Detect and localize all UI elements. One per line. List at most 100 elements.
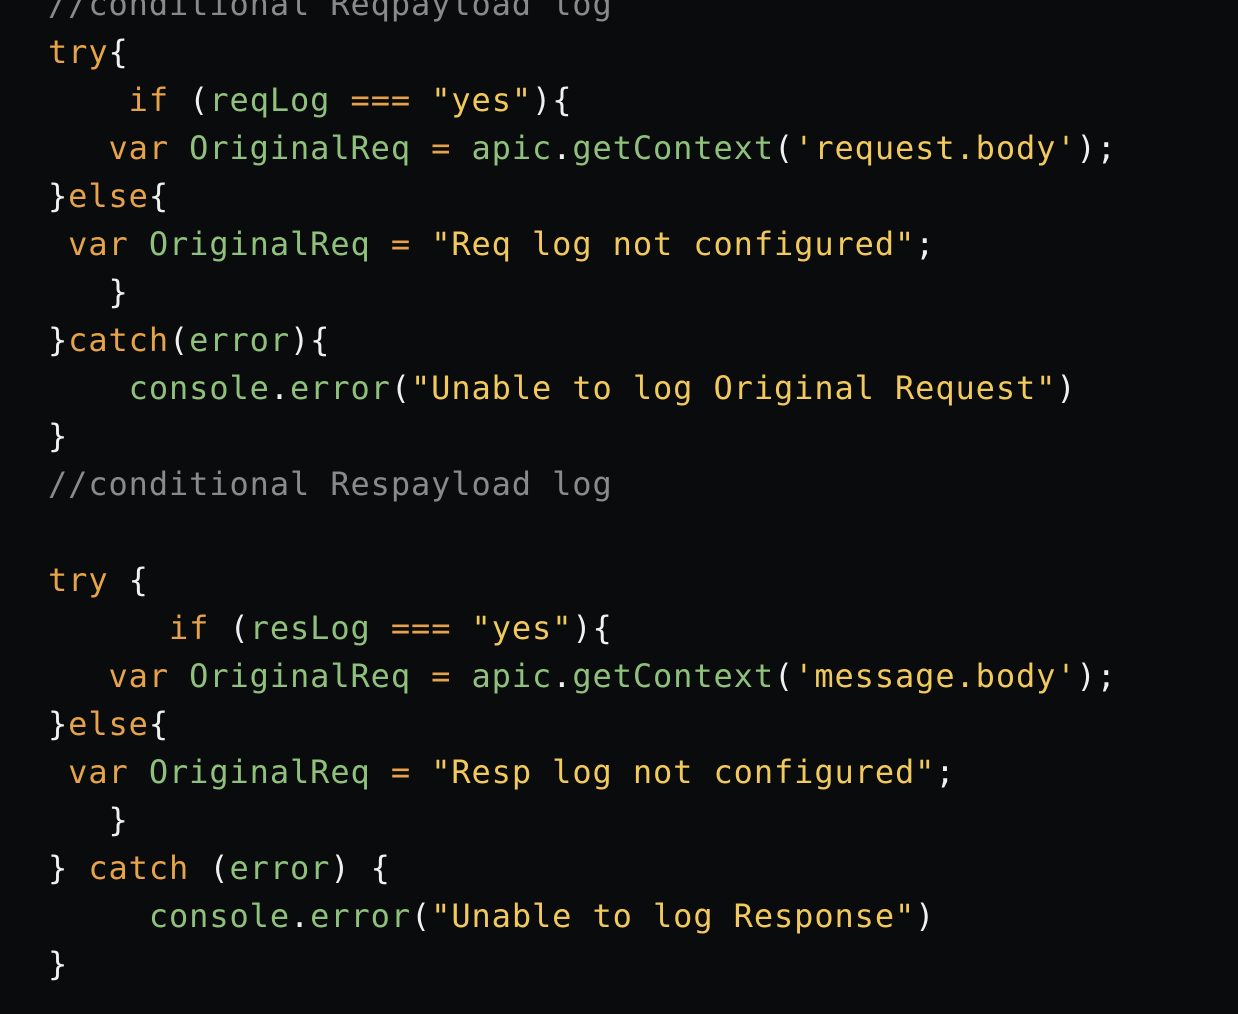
- punctuation-token: ): [1056, 369, 1077, 407]
- identifier-token: getContext: [572, 129, 775, 167]
- punctuation-token: [169, 657, 189, 695]
- operator-token: =: [431, 657, 452, 695]
- code-line[interactable]: //conditional Reqpayload log: [48, 0, 1117, 28]
- identifier-token: console: [148, 897, 290, 935]
- keyword-token: var: [108, 657, 169, 695]
- punctuation-token: [330, 81, 350, 119]
- code-line[interactable]: }else{: [48, 172, 1117, 220]
- code-line[interactable]: }: [48, 268, 1117, 316]
- punctuation-token: [451, 609, 471, 647]
- punctuation-token: }: [108, 801, 129, 839]
- punctuation-token: {: [108, 561, 149, 599]
- punctuation-token: [411, 129, 431, 167]
- punctuation-token: [371, 609, 391, 647]
- comment-token: //conditional Reqpayload log: [48, 0, 613, 23]
- punctuation-token: (: [774, 657, 795, 695]
- string-token: "yes": [431, 81, 533, 119]
- punctuation-token: {: [108, 33, 129, 71]
- code-line[interactable]: console.error("Unable to log Response"): [48, 892, 1117, 940]
- string-token: "Unable to log Original Request": [411, 369, 1057, 407]
- punctuation-token: }: [48, 321, 69, 359]
- identifier-token: console: [128, 369, 270, 407]
- keyword-token: catch: [88, 849, 190, 887]
- operator-token: ===: [390, 609, 452, 647]
- punctuation-token: }: [48, 417, 69, 455]
- punctuation-token: }: [48, 849, 89, 887]
- identifier-token: error: [290, 369, 391, 407]
- keyword-token: if: [169, 609, 210, 647]
- code-line[interactable]: var OriginalReq = "Resp log not configur…: [48, 748, 1117, 796]
- code-block[interactable]: //conditional Reqpayload log try{ if (req…: [48, 0, 1117, 988]
- keyword-token: var: [108, 129, 169, 167]
- code-line[interactable]: var OriginalReq = "Req log not configure…: [48, 220, 1117, 268]
- punctuation-token: ) {: [330, 849, 391, 887]
- identifier-token: resLog: [249, 609, 371, 647]
- string-token: "Req log not configured": [431, 225, 916, 263]
- code-line[interactable]: try{: [48, 28, 1117, 76]
- punctuation-token: [411, 81, 431, 119]
- punctuation-token: (: [774, 129, 795, 167]
- code-line[interactable]: console.error("Unable to log Original Re…: [48, 364, 1117, 412]
- identifier-token: OriginalReq: [148, 753, 371, 791]
- code-line[interactable]: var OriginalReq = apic.getContext('reque…: [48, 124, 1117, 172]
- code-line[interactable]: }catch(error){: [48, 316, 1117, 364]
- code-line[interactable]: [48, 508, 1117, 556]
- identifier-token: OriginalReq: [189, 657, 411, 695]
- punctuation-token: (: [209, 609, 250, 647]
- operator-token: ===: [350, 81, 412, 119]
- punctuation-token: }: [108, 273, 129, 311]
- punctuation-token: .: [290, 897, 311, 935]
- code-editor[interactable]: //conditional Reqpayload log try{ if (req…: [0, 0, 1238, 1014]
- identifier-token: OriginalReq: [189, 129, 411, 167]
- code-line[interactable]: //conditional Respayload log: [48, 460, 1117, 508]
- code-line[interactable]: } catch (error) {: [48, 844, 1117, 892]
- punctuation-token: ;: [935, 753, 956, 791]
- punctuation-token: [451, 129, 471, 167]
- operator-token: =: [390, 225, 412, 263]
- punctuation-token: (: [169, 81, 210, 119]
- identifier-token: error: [229, 849, 331, 887]
- punctuation-token: .: [269, 369, 291, 407]
- code-line[interactable]: if (resLog === "yes"){: [48, 604, 1117, 652]
- string-token: 'request.body': [794, 129, 1077, 167]
- keyword-token: else: [68, 705, 149, 743]
- code-line[interactable]: }else{: [48, 700, 1117, 748]
- string-token: "Unable to log Response": [431, 897, 916, 935]
- punctuation-token: [411, 225, 431, 263]
- code-line[interactable]: }: [48, 940, 1117, 988]
- string-token: "yes": [471, 609, 573, 647]
- operator-token: =: [390, 753, 412, 791]
- code-line[interactable]: try {: [48, 556, 1117, 604]
- comment-token: //conditional Respayload log: [48, 465, 613, 503]
- identifier-token: error: [189, 321, 290, 359]
- punctuation-token: ){: [532, 81, 573, 119]
- punctuation-token: (: [390, 369, 412, 407]
- code-line[interactable]: if (reqLog === "yes"){: [48, 76, 1117, 124]
- string-token: 'message.body': [794, 657, 1077, 695]
- operator-token: =: [431, 129, 452, 167]
- punctuation-token: [411, 657, 431, 695]
- punctuation-token: [371, 753, 391, 791]
- identifier-token: OriginalReq: [148, 225, 371, 263]
- code-line[interactable]: var OriginalReq = apic.getContext('messa…: [48, 652, 1117, 700]
- punctuation-token: ){: [572, 609, 613, 647]
- punctuation-token: [129, 225, 149, 263]
- punctuation-token: ;: [915, 225, 936, 263]
- identifier-token: getContext: [572, 657, 775, 695]
- punctuation-token: ){: [290, 321, 331, 359]
- code-line[interactable]: }: [48, 412, 1117, 460]
- punctuation-token: .: [552, 657, 573, 695]
- code-line[interactable]: }: [48, 796, 1117, 844]
- punctuation-token: ): [915, 897, 936, 935]
- punctuation-token: }: [48, 705, 69, 743]
- keyword-token: var: [68, 753, 129, 791]
- identifier-token: error: [310, 897, 411, 935]
